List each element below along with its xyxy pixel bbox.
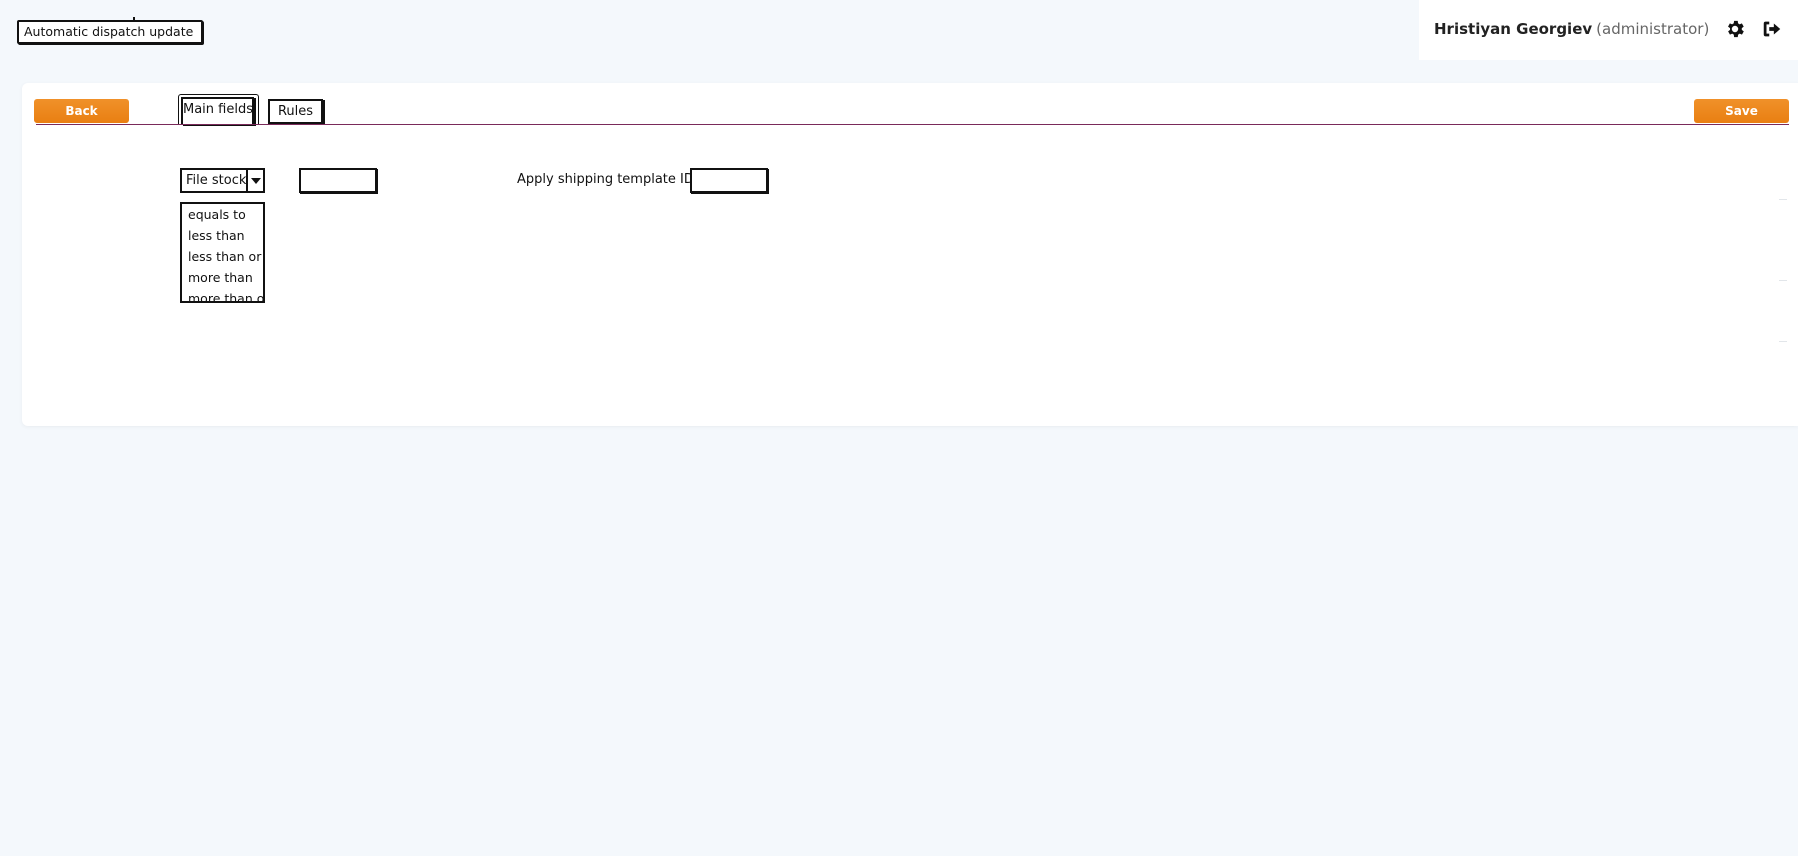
chevron-down-icon <box>251 178 261 184</box>
operator-option[interactable]: equals to <box>182 204 263 225</box>
tab-divider <box>36 124 1789 125</box>
user-panel: Hristiyan Georgiev (administrator) <box>1419 0 1798 60</box>
tab-rules[interactable]: Rules <box>268 99 323 124</box>
user-role: (administrator) <box>1596 20 1710 38</box>
gear-icon[interactable] <box>1724 18 1746 40</box>
operator-option[interactable]: less than or <box>182 246 263 267</box>
shipping-template-id-input[interactable] <box>690 168 768 193</box>
save-button[interactable]: Save <box>1694 99 1789 123</box>
field-select[interactable]: File stock <box>180 168 265 193</box>
condition-value-input[interactable] <box>299 168 377 193</box>
operator-option[interactable]: more than or <box>182 288 263 301</box>
operator-option[interactable]: less than <box>182 225 263 246</box>
page-title: Automatic dispatch update <box>17 20 203 44</box>
divider <box>1779 280 1787 281</box>
divider <box>1779 199 1787 200</box>
tab-main-fields[interactable]: Main fields <box>181 97 254 125</box>
operator-list[interactable]: equals to less than less than or more th… <box>180 202 265 303</box>
operator-option[interactable]: more than <box>182 267 263 288</box>
user-info: Hristiyan Georgiev (administrator) <box>1434 20 1709 38</box>
logout-icon[interactable] <box>1761 18 1783 40</box>
main-card: Back Main fields Rules Save File stock e… <box>22 83 1798 426</box>
field-select-toggle[interactable] <box>246 170 263 191</box>
shipping-template-label: Apply shipping template ID <box>517 172 694 187</box>
field-select-value: File stock <box>186 173 247 188</box>
back-button[interactable]: Back <box>34 99 129 123</box>
user-name: Hristiyan Georgiev <box>1434 20 1593 38</box>
divider <box>1779 341 1787 342</box>
